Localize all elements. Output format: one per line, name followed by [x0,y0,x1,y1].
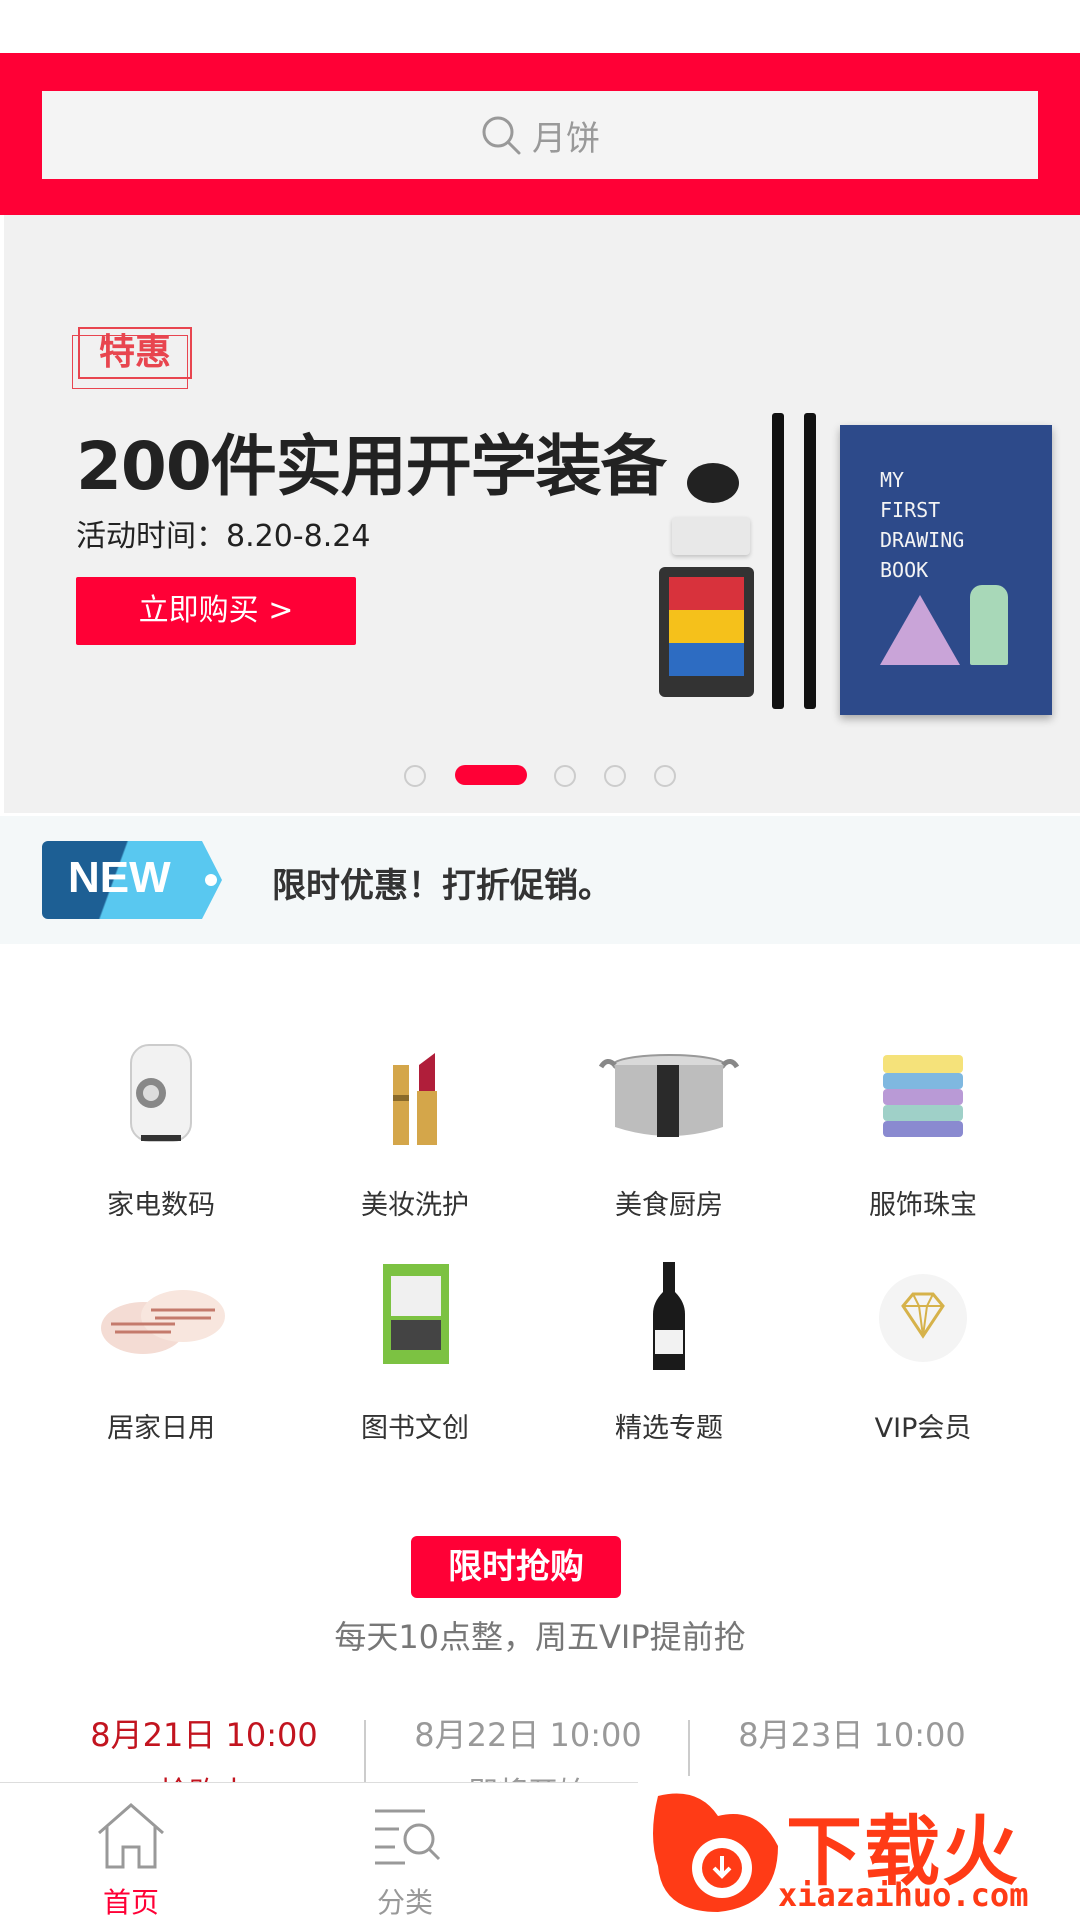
tab-label: 分类 [376,1886,433,1919]
slot-divider [364,1720,366,1782]
pencil-image [772,413,784,709]
tab-label: 首页 [102,1886,159,1919]
carousel-dot[interactable] [604,765,626,787]
tab-home[interactable]: 首页 [56,1799,206,1920]
tab-category[interactable]: 分类 [330,1799,480,1920]
slot-time: 8月23日 10:00 [738,1716,966,1754]
category-label: VIP会员 [874,1413,972,1444]
appliance-icon [111,1035,211,1155]
pencil-image [804,413,816,709]
slot-time: 8月22日 10:00 [414,1716,642,1754]
book-illustration [880,595,960,665]
book-icon [365,1258,465,1378]
category-label: 家电数码 [107,1190,215,1221]
lipstick-icon [365,1035,465,1155]
category-item-appliances[interactable]: 家电数码 [34,1035,288,1235]
new-badge: NEW [42,841,222,919]
category-item-home[interactable]: 居家日用 [34,1258,288,1458]
cooking-pot-icon [598,1035,740,1155]
promo-banner[interactable]: 特惠 200件实用开学装备 活动时间：8.20-8.24 立即购买 > MY F… [4,215,1080,813]
slot-divider [688,1720,690,1782]
new-badge-label: NEW [68,853,171,902]
category-label: 美食厨房 [615,1190,723,1221]
category-label: 图书文创 [361,1413,469,1444]
search-input[interactable]: 月饼 [42,91,1038,179]
carousel-dot[interactable] [654,765,676,787]
news-text: 限时优惠！打折促销。 [272,866,612,906]
wine-bottle-icon [619,1258,719,1378]
book-text-line: BOOK [880,558,929,582]
search-placeholder: 月饼 [532,118,600,159]
watermark-logo: 下载火 xiazaihuo.com [638,1776,1080,1920]
carousel-dot-active[interactable] [455,765,527,785]
carousel-dot[interactable] [404,765,426,787]
banner-time: 活动时间：8.20-8.24 [76,519,371,554]
book-text-line: FIRST [880,498,941,522]
book-text-line: MY [880,468,905,492]
category-search-icon [375,1809,441,1865]
category-item-clothing[interactable]: 服饰珠宝 [796,1035,1050,1235]
drawing-book-image: MY FIRST DRAWING BOOK [840,425,1052,715]
ink-pad-image [659,567,754,697]
search-header: 月饼 [0,53,1080,215]
flash-sale-subtitle: 每天10点整，周五VIP提前抢 [334,1618,746,1656]
watermark-url: xiazaihuo.com [778,1876,1029,1914]
slot-time: 8月21日 10:00 [90,1716,318,1754]
diamond-icon [873,1258,973,1378]
category-item-vip[interactable]: VIP会员 [796,1258,1050,1458]
clothing-stack-icon [873,1035,973,1155]
category-label: 美妆洗护 [361,1190,469,1221]
search-icon [482,116,521,155]
banner-title: 200件实用开学装备 [76,428,667,505]
news-ticker[interactable]: NEW 限时优惠！打折促销。 [0,816,1080,944]
home-icon [98,1803,164,1869]
category-label: 服饰珠宝 [869,1190,977,1221]
book-text-line: DRAWING [880,528,965,552]
category-item-books[interactable]: 图书文创 [288,1258,542,1458]
category-label: 精选专题 [615,1413,723,1444]
special-offer-tag: 特惠 [72,327,192,389]
sharpener-image [687,463,739,503]
slippers-icon [91,1258,231,1378]
category-item-featured[interactable]: 精选专题 [542,1258,796,1458]
category-label: 居家日用 [107,1413,215,1444]
category-item-kitchen[interactable]: 美食厨房 [542,1035,796,1235]
book-illustration [970,585,1008,665]
carousel-dot[interactable] [554,765,576,787]
category-item-beauty[interactable]: 美妆洗护 [288,1035,542,1235]
flame-logo-icon [653,1793,778,1912]
flash-sale-title: 限时抢购 [411,1536,621,1598]
eraser-image [672,517,750,555]
carousel-indicator [4,765,1080,787]
buy-now-button[interactable]: 立即购买 > [76,577,356,645]
